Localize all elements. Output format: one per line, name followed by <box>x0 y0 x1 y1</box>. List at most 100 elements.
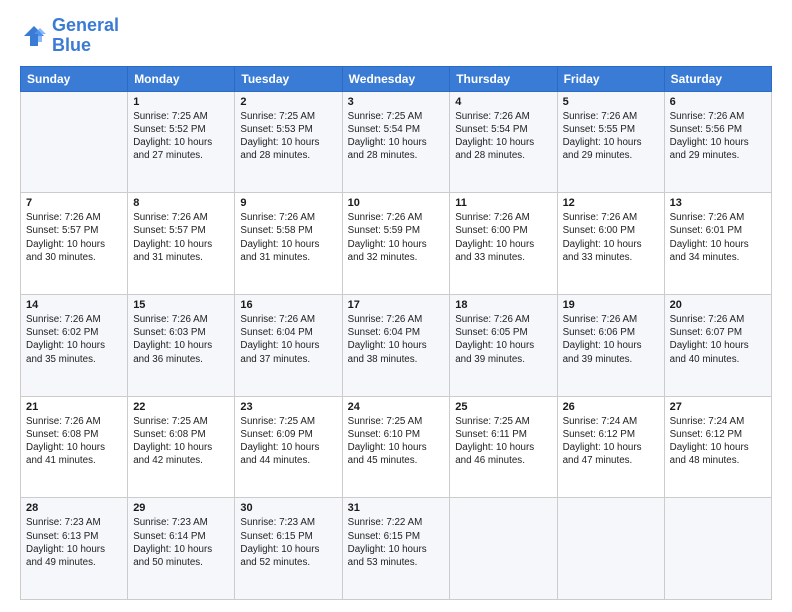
day-number: 17 <box>348 299 445 311</box>
day-number: 15 <box>133 299 229 311</box>
calendar-cell: 14 Sunrise: 7:26 AMSunset: 6:02 PMDayligh… <box>21 294 128 396</box>
day-info: Sunrise: 7:25 AMSunset: 6:10 PMDaylight:… <box>348 415 445 468</box>
calendar-header-tuesday: Tuesday <box>235 66 342 91</box>
calendar-week-row: 21 Sunrise: 7:26 AMSunset: 6:08 PMDayligh… <box>21 396 772 498</box>
calendar-header-friday: Friday <box>557 66 664 91</box>
calendar-cell: 20 Sunrise: 7:26 AMSunset: 6:07 PMDayligh… <box>664 294 771 396</box>
day-info: Sunrise: 7:26 AMSunset: 6:04 PMDaylight:… <box>240 313 336 366</box>
day-info: Sunrise: 7:26 AMSunset: 6:02 PMDaylight:… <box>26 313 122 366</box>
day-number: 22 <box>133 401 229 413</box>
calendar-cell: 24 Sunrise: 7:25 AMSunset: 6:10 PMDayligh… <box>342 396 450 498</box>
calendar-cell: 8 Sunrise: 7:26 AMSunset: 5:57 PMDaylight… <box>128 193 235 295</box>
day-info: Sunrise: 7:25 AMSunset: 5:52 PMDaylight:… <box>133 110 229 163</box>
calendar-cell: 22Sunrise: 7:25 AMSunset: 6:08 PMDayligh… <box>128 396 235 498</box>
logo-icon <box>20 22 48 50</box>
day-number: 31 <box>348 502 445 514</box>
day-info: Sunrise: 7:25 AMSunset: 5:54 PMDaylight:… <box>348 110 445 163</box>
day-number: 29 <box>133 502 229 514</box>
day-number: 26 <box>563 401 659 413</box>
day-number: 28 <box>26 502 122 514</box>
calendar-cell: 15 Sunrise: 7:26 AMSunset: 6:03 PMDayligh… <box>128 294 235 396</box>
calendar-cell: 9 Sunrise: 7:26 AMSunset: 5:58 PMDaylight… <box>235 193 342 295</box>
day-number: 14 <box>26 299 122 311</box>
calendar-week-row: 14 Sunrise: 7:26 AMSunset: 6:02 PMDayligh… <box>21 294 772 396</box>
day-number: 25 <box>455 401 551 413</box>
day-number: 16 <box>240 299 336 311</box>
day-number: 20 <box>670 299 766 311</box>
calendar-cell: 12 Sunrise: 7:26 AMSunset: 6:00 PMDayligh… <box>557 193 664 295</box>
calendar-cell <box>557 498 664 600</box>
day-number: 13 <box>670 197 766 209</box>
calendar-week-row: 7Sunrise: 7:26 AMSunset: 5:57 PMDaylight… <box>21 193 772 295</box>
calendar-cell: 30 Sunrise: 7:23 AMSunset: 6:15 PMDayligh… <box>235 498 342 600</box>
calendar-cell <box>664 498 771 600</box>
day-info: Sunrise: 7:26 AMSunset: 5:58 PMDaylight:… <box>240 211 336 264</box>
calendar-week-row: 1 Sunrise: 7:25 AMSunset: 5:52 PMDaylight… <box>21 91 772 193</box>
calendar-cell <box>450 498 557 600</box>
day-number: 11 <box>455 197 551 209</box>
day-number: 10 <box>348 197 445 209</box>
day-info: Sunrise: 7:26 AMSunset: 6:07 PMDaylight:… <box>670 313 766 366</box>
calendar-cell: 16 Sunrise: 7:26 AMSunset: 6:04 PMDayligh… <box>235 294 342 396</box>
calendar-header-thursday: Thursday <box>450 66 557 91</box>
day-info: Sunrise: 7:23 AMSunset: 6:15 PMDaylight:… <box>240 516 336 569</box>
day-info: Sunrise: 7:23 AMSunset: 6:14 PMDaylight:… <box>133 516 229 569</box>
day-info: Sunrise: 7:26 AMSunset: 6:05 PMDaylight:… <box>455 313 551 366</box>
calendar-table: SundayMondayTuesdayWednesdayThursdayFrid… <box>20 66 772 600</box>
calendar-header-saturday: Saturday <box>664 66 771 91</box>
calendar-cell: 27 Sunrise: 7:24 AMSunset: 6:12 PMDayligh… <box>664 396 771 498</box>
day-info: Sunrise: 7:26 AMSunset: 6:08 PMDaylight:… <box>26 415 122 468</box>
day-number: 19 <box>563 299 659 311</box>
calendar-cell: 4Sunrise: 7:26 AMSunset: 5:54 PMDaylight… <box>450 91 557 193</box>
day-number: 21 <box>26 401 122 413</box>
calendar-cell: 17 Sunrise: 7:26 AMSunset: 6:04 PMDayligh… <box>342 294 450 396</box>
day-number: 18 <box>455 299 551 311</box>
calendar-header-monday: Monday <box>128 66 235 91</box>
day-info: Sunrise: 7:25 AMSunset: 6:11 PMDaylight:… <box>455 415 551 468</box>
calendar-cell: 31 Sunrise: 7:22 AMSunset: 6:15 PMDayligh… <box>342 498 450 600</box>
day-info: Sunrise: 7:26 AMSunset: 5:54 PMDaylight:… <box>455 110 551 163</box>
calendar-header-sunday: Sunday <box>21 66 128 91</box>
logo: General Blue <box>20 16 119 56</box>
day-number: 24 <box>348 401 445 413</box>
day-info: Sunrise: 7:22 AMSunset: 6:15 PMDaylight:… <box>348 516 445 569</box>
calendar-cell: 11 Sunrise: 7:26 AMSunset: 6:00 PMDayligh… <box>450 193 557 295</box>
day-number: 3 <box>348 96 445 108</box>
day-info: Sunrise: 7:26 AMSunset: 6:04 PMDaylight:… <box>348 313 445 366</box>
day-number: 8 <box>133 197 229 209</box>
day-info: Sunrise: 7:26 AMSunset: 6:06 PMDaylight:… <box>563 313 659 366</box>
calendar-week-row: 28 Sunrise: 7:23 AMSunset: 6:13 PMDayligh… <box>21 498 772 600</box>
day-number: 9 <box>240 197 336 209</box>
day-info: Sunrise: 7:26 AMSunset: 6:00 PMDaylight:… <box>455 211 551 264</box>
calendar-cell: 3 Sunrise: 7:25 AMSunset: 5:54 PMDaylight… <box>342 91 450 193</box>
day-number: 1 <box>133 96 229 108</box>
calendar-cell: 10Sunrise: 7:26 AMSunset: 5:59 PMDayligh… <box>342 193 450 295</box>
calendar-cell: 19 Sunrise: 7:26 AMSunset: 6:06 PMDayligh… <box>557 294 664 396</box>
day-number: 27 <box>670 401 766 413</box>
calendar-cell: 2Sunrise: 7:25 AMSunset: 5:53 PMDaylight… <box>235 91 342 193</box>
header: General Blue <box>20 16 772 56</box>
day-info: Sunrise: 7:24 AMSunset: 6:12 PMDaylight:… <box>670 415 766 468</box>
day-info: Sunrise: 7:26 AMSunset: 6:01 PMDaylight:… <box>670 211 766 264</box>
calendar-header-wednesday: Wednesday <box>342 66 450 91</box>
day-info: Sunrise: 7:26 AMSunset: 5:57 PMDaylight:… <box>133 211 229 264</box>
calendar-cell: 13 Sunrise: 7:26 AMSunset: 6:01 PMDayligh… <box>664 193 771 295</box>
day-number: 5 <box>563 96 659 108</box>
calendar-cell: 18 Sunrise: 7:26 AMSunset: 6:05 PMDayligh… <box>450 294 557 396</box>
day-info: Sunrise: 7:23 AMSunset: 6:13 PMDaylight:… <box>26 516 122 569</box>
day-number: 30 <box>240 502 336 514</box>
day-info: Sunrise: 7:26 AMSunset: 5:56 PMDaylight:… <box>670 110 766 163</box>
day-info: Sunrise: 7:25 AMSunset: 6:09 PMDaylight:… <box>240 415 336 468</box>
calendar-cell: 29 Sunrise: 7:23 AMSunset: 6:14 PMDayligh… <box>128 498 235 600</box>
page: General Blue SundayMondayTuesdayWednesda… <box>0 0 792 612</box>
calendar-header-row: SundayMondayTuesdayWednesdayThursdayFrid… <box>21 66 772 91</box>
day-info: Sunrise: 7:26 AMSunset: 6:03 PMDaylight:… <box>133 313 229 366</box>
day-info: Sunrise: 7:26 AMSunset: 6:00 PMDaylight:… <box>563 211 659 264</box>
logo-text: General Blue <box>52 16 119 56</box>
calendar-cell: 25 Sunrise: 7:25 AMSunset: 6:11 PMDayligh… <box>450 396 557 498</box>
day-number: 12 <box>563 197 659 209</box>
calendar-cell: 26Sunrise: 7:24 AMSunset: 6:12 PMDayligh… <box>557 396 664 498</box>
day-info: Sunrise: 7:26 AMSunset: 5:55 PMDaylight:… <box>563 110 659 163</box>
calendar-cell: 5 Sunrise: 7:26 AMSunset: 5:55 PMDaylight… <box>557 91 664 193</box>
calendar-cell: 21 Sunrise: 7:26 AMSunset: 6:08 PMDayligh… <box>21 396 128 498</box>
